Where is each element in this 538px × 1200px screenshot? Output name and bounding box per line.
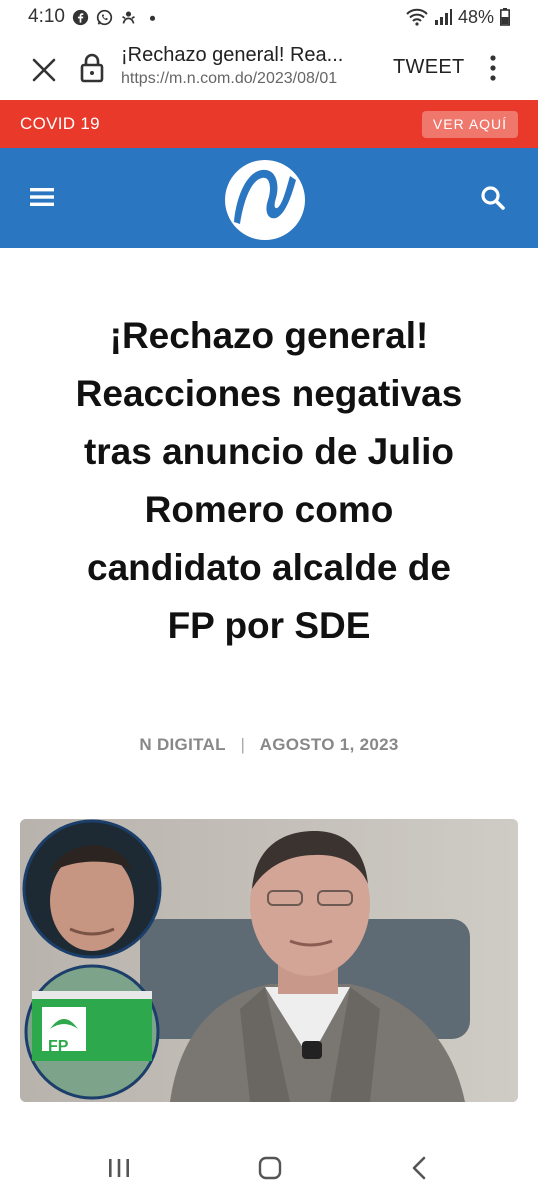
ver-aqui-button[interactable]: VER AQUÍ xyxy=(422,111,518,138)
more-options-icon[interactable] xyxy=(483,53,503,83)
more-notifications-dot-icon xyxy=(149,15,156,21)
hamburger-menu-icon[interactable] xyxy=(30,186,54,208)
covid-label: COVID 19 xyxy=(20,114,100,133)
search-icon[interactable] xyxy=(480,185,506,211)
article-title: ¡Rechazo general! Reacciones negativas t… xyxy=(75,315,463,646)
tweet-button[interactable]: TWEET xyxy=(393,56,465,79)
status-time: 4:10 xyxy=(28,6,65,27)
facebook-icon xyxy=(72,9,89,25)
url-block[interactable]: ¡Rechazo general! Rea... https://m.n.com… xyxy=(121,42,379,90)
system-navigation-bar xyxy=(0,1140,538,1200)
hero-photo: FP xyxy=(20,819,518,1102)
page-url: https://m.n.com.do/2023/08/01 xyxy=(121,70,338,87)
close-icon[interactable] xyxy=(28,54,60,86)
article-byline: N DIGITAL | AGOSTO 1, 2023 xyxy=(0,735,538,755)
home-icon[interactable] xyxy=(258,1156,282,1180)
whatsapp-icon xyxy=(96,9,113,25)
article-date: AGOSTO 1, 2023 xyxy=(259,735,399,754)
signal-icon xyxy=(434,9,452,25)
recent-apps-icon[interactable] xyxy=(107,1157,131,1179)
article-hero-image: FP xyxy=(20,819,518,1102)
wifi-icon xyxy=(406,8,428,26)
site-header xyxy=(0,148,538,248)
back-icon[interactable] xyxy=(410,1156,428,1180)
battery-icon xyxy=(500,8,510,26)
byline-separator: | xyxy=(240,735,246,754)
site-logo[interactable] xyxy=(222,158,308,242)
article-author[interactable]: N DIGITAL xyxy=(139,735,225,754)
lock-icon[interactable] xyxy=(80,52,104,84)
page-title: ¡Rechazo general! Rea... xyxy=(121,44,344,66)
fp-logo-text: FP xyxy=(48,1038,69,1055)
browser-toolbar: ¡Rechazo general! Rea... https://m.n.com… xyxy=(0,34,538,100)
status-bar: 4:10 48% xyxy=(0,0,538,34)
battery-percent: 48% xyxy=(457,6,494,27)
covid-banner: COVID 19 VER AQUÍ xyxy=(0,100,538,148)
app-notification-icon xyxy=(122,11,135,24)
